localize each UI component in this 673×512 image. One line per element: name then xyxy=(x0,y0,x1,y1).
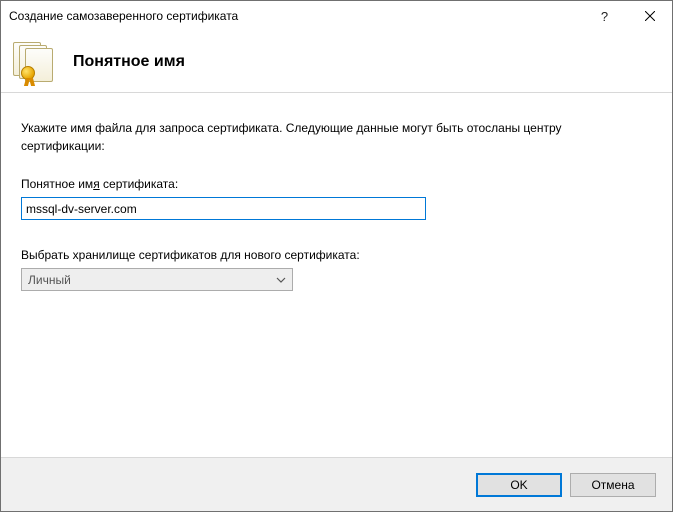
ok-button[interactable]: OK xyxy=(476,473,562,497)
dialog-window: Создание самозаверенного сертификата ? П… xyxy=(0,0,673,512)
chevron-down-icon xyxy=(276,277,286,283)
help-button[interactable]: ? xyxy=(582,1,627,31)
friendly-name-label: Понятное имя сертификата: xyxy=(21,177,652,191)
close-button[interactable] xyxy=(627,1,672,31)
window-title: Создание самозаверенного сертификата xyxy=(9,9,582,23)
cert-store-value: Личный xyxy=(28,273,71,287)
cancel-button[interactable]: Отмена xyxy=(570,473,656,497)
dialog-footer: OK Отмена xyxy=(1,457,672,511)
help-icon: ? xyxy=(601,9,608,24)
friendly-name-input[interactable] xyxy=(21,197,426,220)
close-icon xyxy=(645,9,655,24)
titlebar: Создание самозаверенного сертификата ? xyxy=(1,1,672,31)
certificate-icon xyxy=(13,42,59,82)
dialog-heading: Понятное имя xyxy=(73,53,185,71)
cert-store-label: Выбрать хранилище сертификатов для новог… xyxy=(21,248,652,262)
dialog-header: Понятное имя xyxy=(1,31,672,93)
dialog-body: Укажите имя файла для запроса сертификат… xyxy=(1,93,672,457)
instruction-text: Укажите имя файла для запроса сертификат… xyxy=(21,119,641,155)
cert-store-select[interactable]: Личный xyxy=(21,268,293,291)
